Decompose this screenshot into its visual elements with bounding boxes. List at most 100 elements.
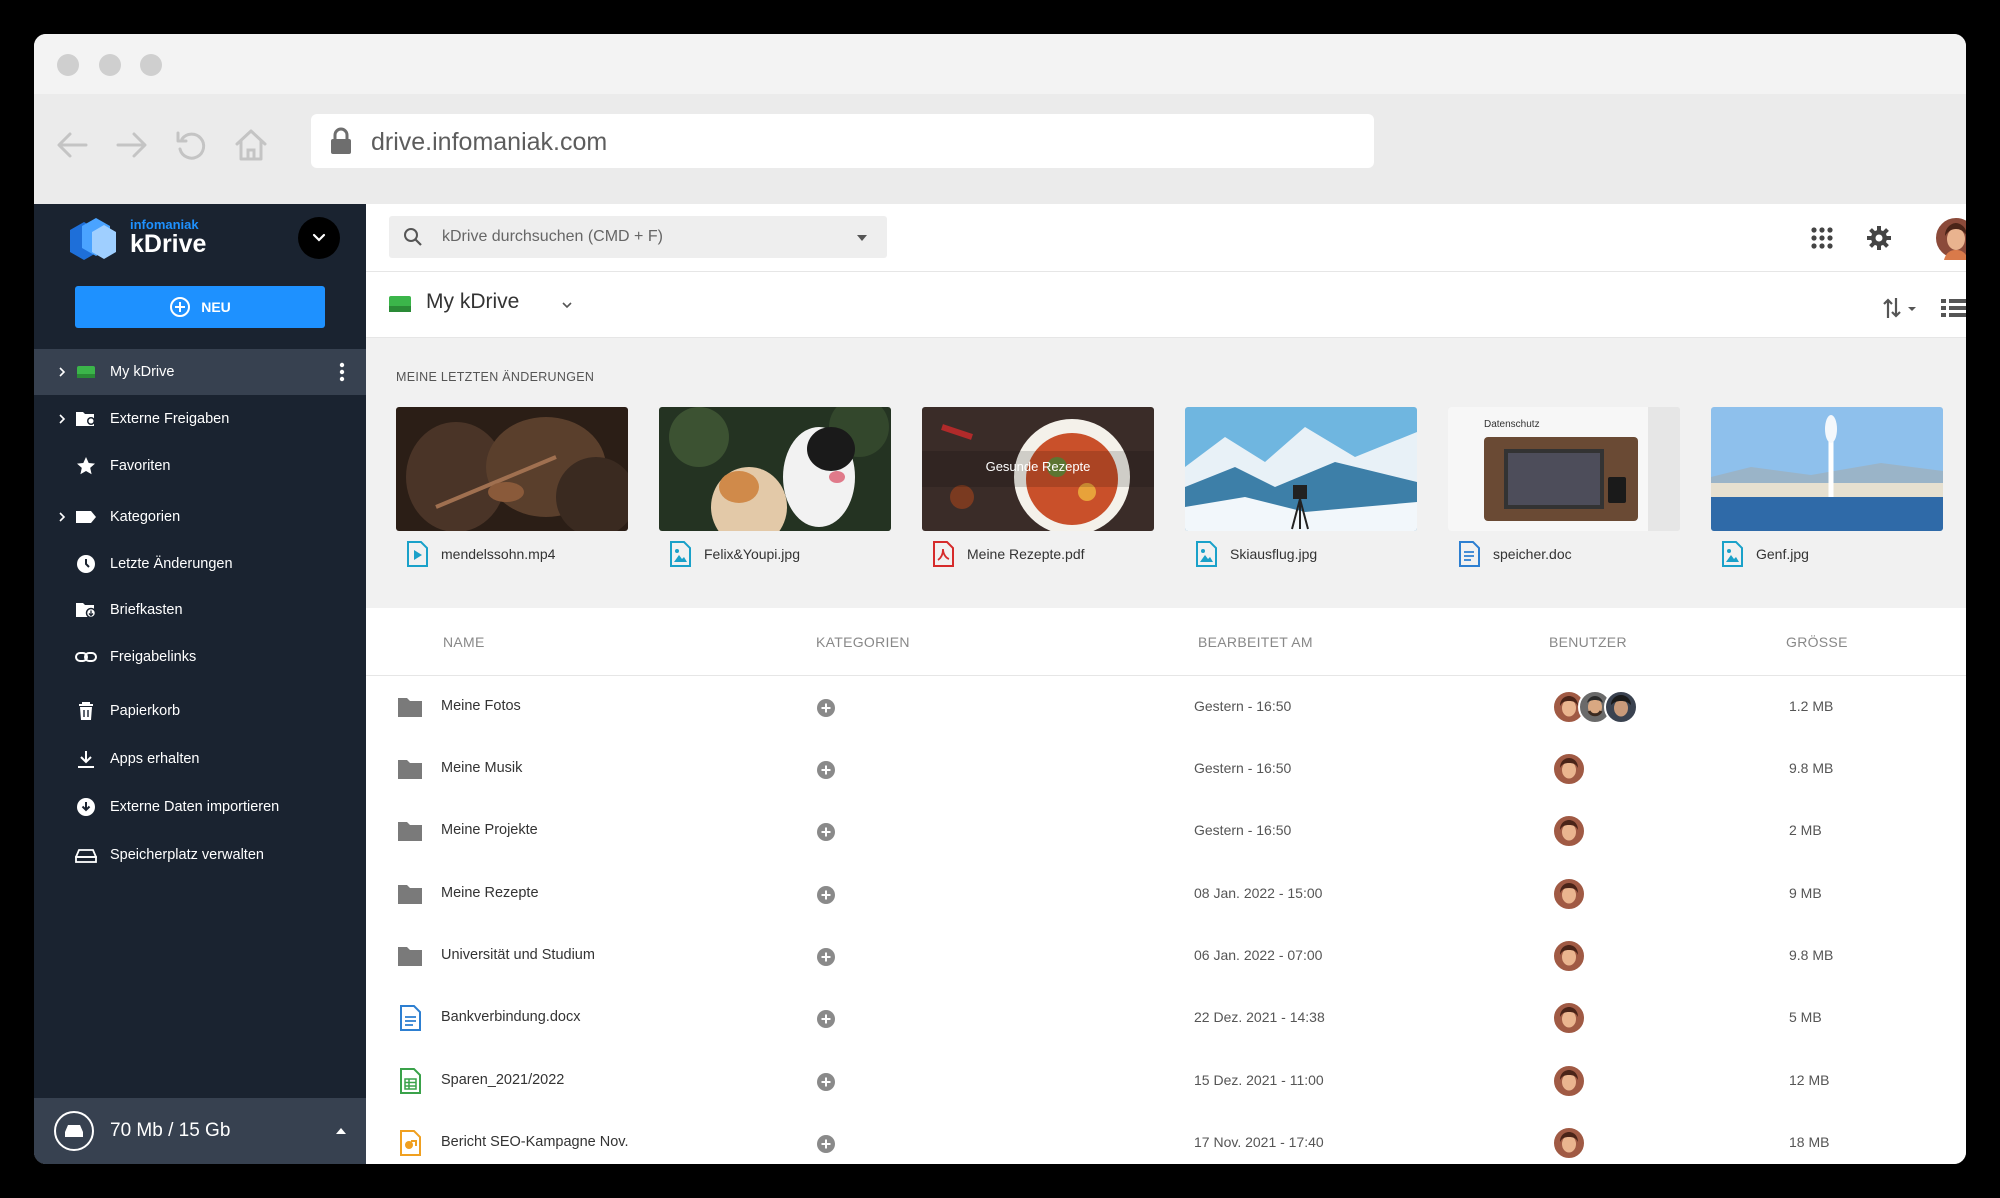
page-title[interactable]: My kDrive bbox=[426, 290, 519, 314]
sidebar-item-my-kdrive[interactable]: My kDrive bbox=[34, 349, 366, 395]
address-bar[interactable]: drive.infomaniak.com bbox=[311, 114, 1374, 168]
file-name: mendelssohn.mp4 bbox=[441, 546, 556, 562]
image-file-icon bbox=[1196, 541, 1217, 567]
hard-disk-icon bbox=[54, 1111, 94, 1151]
recent-file-card[interactable]: Genf.jpg bbox=[1711, 407, 1943, 567]
home-icon[interactable] bbox=[231, 125, 271, 165]
user-avatar[interactable] bbox=[1934, 216, 1966, 260]
column-header-name[interactable]: NAME bbox=[443, 634, 485, 650]
caret-up-icon[interactable] bbox=[336, 1128, 346, 1134]
more-vertical-icon[interactable] bbox=[332, 360, 352, 384]
drive-switcher-button[interactable] bbox=[298, 217, 340, 259]
table-row[interactable]: Universität und Studium 06 Jan. 2022 - 0… bbox=[366, 925, 1966, 987]
image-file-icon bbox=[670, 541, 691, 567]
table-row[interactable]: Bankverbindung.docx 22 Dez. 2021 - 14:38… bbox=[366, 987, 1966, 1049]
file-size: 2 MB bbox=[1789, 822, 1822, 838]
thumbnail-overlay-text: Gesunde Rezepte bbox=[985, 459, 1091, 474]
gear-icon[interactable] bbox=[1866, 225, 1892, 251]
folder-icon bbox=[398, 698, 422, 717]
column-header-users[interactable]: BENUTZER bbox=[1549, 634, 1627, 650]
file-thumbnail bbox=[396, 407, 628, 531]
avatar bbox=[1604, 690, 1638, 724]
sidebar-item-trash[interactable]: Papierkorb bbox=[34, 688, 366, 734]
table-row[interactable]: Bericht SEO-Kampagne Nov. 17 Nov. 2021 -… bbox=[366, 1112, 1966, 1164]
storage-indicator[interactable]: 70 Mb / 15 Gb bbox=[34, 1098, 366, 1164]
file-name: Meine Rezepte bbox=[441, 885, 539, 901]
close-window-button[interactable] bbox=[57, 54, 79, 76]
sidebar-item-label: Apps erhalten bbox=[110, 751, 200, 767]
edited-date: Gestern - 16:50 bbox=[1194, 698, 1292, 714]
sidebar-item-categories[interactable]: Kategorien bbox=[34, 494, 366, 540]
image-file-icon bbox=[1722, 541, 1743, 567]
reload-icon[interactable] bbox=[172, 125, 212, 165]
table-row[interactable]: Sparen_2021/2022 15 Dez. 2021 - 11:00 12… bbox=[366, 1050, 1966, 1112]
table-row[interactable]: Meine Rezepte 08 Jan. 2022 - 15:00 9 MB bbox=[366, 863, 1966, 925]
back-arrow-icon[interactable] bbox=[52, 125, 92, 165]
edited-date: Gestern - 16:50 bbox=[1194, 822, 1292, 838]
recent-file-card[interactable]: Datenschutz speicher.doc bbox=[1448, 407, 1680, 567]
sidebar-item-external-shares[interactable]: Externe Freigaben bbox=[34, 396, 366, 442]
link-icon bbox=[74, 645, 98, 669]
presentation-file-icon bbox=[400, 1130, 421, 1156]
file-size: 5 MB bbox=[1789, 1009, 1822, 1025]
sidebar-item-mailbox[interactable]: Briefkasten bbox=[34, 587, 366, 633]
file-name: Sparen_2021/2022 bbox=[441, 1072, 565, 1088]
sidebar-item-favorites[interactable]: Favoriten bbox=[34, 443, 366, 489]
search-input[interactable]: kDrive durchsuchen (CMD + F) bbox=[389, 216, 887, 258]
folder-icon bbox=[398, 822, 422, 841]
table-row[interactable]: Meine Fotos Gestern - 16:50 1.2 MB bbox=[366, 676, 1966, 738]
edited-date: 15 Dez. 2021 - 11:00 bbox=[1194, 1072, 1324, 1088]
add-category-icon[interactable] bbox=[816, 1009, 836, 1029]
lock-icon bbox=[331, 127, 351, 154]
recent-file-card[interactable]: Felix&Youpi.jpg bbox=[659, 407, 891, 567]
minimize-window-button[interactable] bbox=[99, 54, 121, 76]
add-category-icon[interactable] bbox=[816, 698, 836, 718]
plus-circle-icon bbox=[170, 297, 191, 317]
column-header-edited[interactable]: BEARBEITET AM bbox=[1198, 634, 1313, 650]
breadcrumb: My kDrive bbox=[366, 272, 1966, 338]
sort-icon[interactable] bbox=[1880, 296, 1920, 320]
video-file-icon bbox=[407, 541, 428, 567]
sidebar-item-label: Externe Daten importieren bbox=[110, 799, 280, 815]
chevron-right-icon[interactable] bbox=[56, 366, 68, 378]
storage-icon bbox=[74, 843, 98, 867]
recent-file-card[interactable]: Skiausflug.jpg bbox=[1185, 407, 1417, 567]
add-category-icon[interactable] bbox=[816, 885, 836, 905]
search-options-caret-icon[interactable] bbox=[857, 235, 867, 241]
sidebar-item-recent-changes[interactable]: Letzte Änderungen bbox=[34, 541, 366, 587]
column-header-size[interactable]: GRÖSSE bbox=[1786, 634, 1848, 650]
chevron-right-icon[interactable] bbox=[56, 413, 68, 425]
chevron-right-icon[interactable] bbox=[56, 511, 68, 523]
sidebar-item-share-links[interactable]: Freigabelinks bbox=[34, 634, 366, 680]
file-thumbnail: Gesunde Rezepte bbox=[922, 407, 1154, 531]
apps-grid-icon[interactable] bbox=[1810, 226, 1834, 250]
add-category-icon[interactable] bbox=[816, 1072, 836, 1092]
forward-arrow-icon[interactable] bbox=[112, 125, 152, 165]
sidebar-item-label: Favoriten bbox=[110, 458, 171, 474]
file-thumbnail bbox=[1185, 407, 1417, 531]
add-category-icon[interactable] bbox=[816, 822, 836, 842]
sidebar-item-get-apps[interactable]: Apps erhalten bbox=[34, 736, 366, 782]
section-title: MEINE LETZTEN ÄNDERUNGEN bbox=[396, 370, 595, 384]
avatar bbox=[1552, 1126, 1586, 1160]
maximize-window-button[interactable] bbox=[140, 54, 162, 76]
sidebar-item-label: Speicherplatz verwalten bbox=[110, 847, 264, 863]
new-button[interactable]: NEU bbox=[75, 286, 325, 328]
add-category-icon[interactable] bbox=[816, 760, 836, 780]
table-row[interactable]: Meine Projekte Gestern - 16:50 2 MB bbox=[366, 800, 1966, 862]
tag-icon bbox=[74, 505, 98, 529]
chevron-down-icon[interactable] bbox=[560, 298, 574, 312]
file-size: 12 MB bbox=[1789, 1072, 1830, 1088]
recent-file-card[interactable]: mendelssohn.mp4 bbox=[396, 407, 628, 567]
search-icon bbox=[404, 228, 422, 246]
recent-changes-section: MEINE LETZTEN ÄNDERUNGEN mendelssohn.mp4 bbox=[366, 338, 1966, 608]
sidebar-item-import-external-data[interactable]: Externe Daten importieren bbox=[34, 784, 366, 830]
column-header-categories[interactable]: KATEGORIEN bbox=[816, 634, 910, 650]
add-category-icon[interactable] bbox=[816, 947, 836, 967]
file-name: Meine Musik bbox=[441, 760, 523, 776]
table-row[interactable]: Meine Musik Gestern - 16:50 9.8 MB bbox=[366, 738, 1966, 800]
sidebar-item-manage-storage[interactable]: Speicherplatz verwalten bbox=[34, 832, 366, 878]
recent-file-card[interactable]: Gesunde Rezepte Meine Rezepte.pdf bbox=[922, 407, 1154, 567]
add-category-icon[interactable] bbox=[816, 1134, 836, 1154]
list-view-icon[interactable] bbox=[1940, 296, 1966, 320]
